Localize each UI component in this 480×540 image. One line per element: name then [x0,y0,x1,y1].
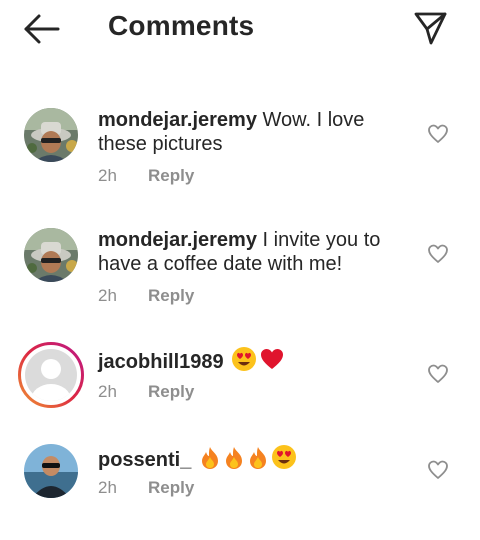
avatar[interactable] [24,228,78,282]
comment-item: jacobhill1989 2h Reply [0,340,480,440]
avatar[interactable] [24,108,78,162]
comment-username[interactable]: possenti_ [98,449,191,471]
reply-button[interactable]: Reply [148,286,194,305]
user-photo-icon [24,444,78,498]
user-photo-icon [24,108,78,162]
user-photo-icon [24,228,78,282]
default-avatar-icon [18,342,84,408]
comment-time: 2h [98,166,117,185]
comment-meta: 2h Reply [98,166,194,186]
comment-text: possenti_ [98,444,398,476]
like-button[interactable] [426,458,450,482]
comment-time: 2h [98,478,117,497]
comment-meta: 2h Reply [98,478,194,498]
heart-outline-icon [428,244,448,263]
fire-emoji [223,446,245,476]
comment-item: mondejar.jeremy Wow. I love these pictur… [0,104,480,204]
page-title: Comments [108,10,255,41]
comment-username[interactable]: mondejar.jeremy [98,229,257,251]
heart-outline-icon [428,460,448,479]
comments-header: Comments [0,0,480,60]
comment-meta: 2h Reply [98,286,194,306]
share-button[interactable] [412,10,448,46]
comment-username[interactable]: mondejar.jeremy [98,109,257,131]
fire-emoji [247,446,269,476]
heart-outline-icon [428,364,448,383]
arrow-left-icon [24,14,60,44]
heart-outline-icon [428,124,448,143]
comment-item: mondejar.jeremy I invite you to have a c… [0,224,480,324]
comment-text: mondejar.jeremy I invite you to have a c… [98,228,398,276]
reply-button[interactable]: Reply [148,382,194,401]
comment-text: mondejar.jeremy Wow. I love these pictur… [98,108,398,156]
heart-eyes-emoji [231,346,257,378]
comment-text: jacobhill1989 [98,346,398,378]
avatar[interactable] [24,444,78,498]
back-button[interactable] [22,12,62,46]
heart-eyes-emoji [271,444,297,476]
fire-emoji [199,446,221,476]
like-button[interactable] [426,242,450,266]
comment-item: possenti_ 2h Reply [0,440,480,540]
paper-plane-icon [414,12,447,45]
red-heart-emoji [259,346,285,378]
reply-button[interactable]: Reply [148,166,194,185]
comment-time: 2h [98,286,117,305]
comment-meta: 2h Reply [98,382,194,402]
like-button[interactable] [426,362,450,386]
reply-button[interactable]: Reply [148,478,194,497]
avatar-story-ring[interactable] [18,342,84,408]
comment-time: 2h [98,382,117,401]
like-button[interactable] [426,122,450,146]
comment-username[interactable]: jacobhill1989 [98,351,224,373]
